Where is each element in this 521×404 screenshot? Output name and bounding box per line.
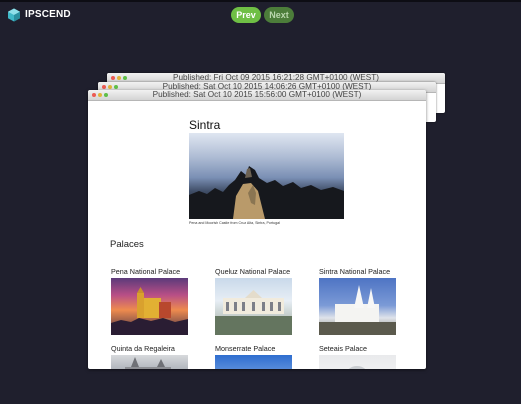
window-titlebar: Published: Sat Oct 10 2015 15:56:00 GMT+… [88, 90, 426, 101]
palace-label: Queluz National Palace [215, 267, 291, 276]
palace-thumbnail-regaleira[interactable] [111, 355, 188, 369]
palace-thumbnail-monserrate[interactable] [215, 355, 292, 369]
hero-image [189, 133, 344, 219]
ipscend-logo-icon [8, 8, 20, 22]
palace-thumbnail-seteais[interactable] [319, 355, 396, 369]
palace-label: Seteais Palace [319, 344, 367, 353]
prev-button[interactable]: Prev [231, 7, 261, 23]
brand-name: IPSCEND [25, 9, 71, 20]
palace-thumbnail-sintra[interactable] [319, 278, 396, 335]
palace-label: Quinta da Regaleira [111, 344, 175, 353]
next-button[interactable]: Next [264, 7, 294, 23]
palace-label: Pena National Palace [111, 267, 181, 276]
page-title: Sintra [189, 118, 221, 132]
top-edge-line [0, 0, 521, 2]
version-window-3[interactable]: Published: Sat Oct 10 2015 15:56:00 GMT+… [88, 90, 426, 369]
section-title-palaces: Palaces [110, 239, 144, 250]
palace-label: Monserrate Palace [215, 344, 276, 353]
hero-caption: Pena and Moorish Castle from Cruz Alta, … [189, 221, 280, 225]
palace-label: Sintra National Palace [319, 267, 391, 276]
palace-thumbnail-pena[interactable] [111, 278, 188, 335]
window-title: Published: Sat Oct 10 2015 15:56:00 GMT+… [152, 90, 362, 99]
palace-thumbnail-queluz[interactable] [215, 278, 292, 335]
page-preview: Sintra Pena and Moorish Castle from Cruz… [88, 101, 426, 369]
